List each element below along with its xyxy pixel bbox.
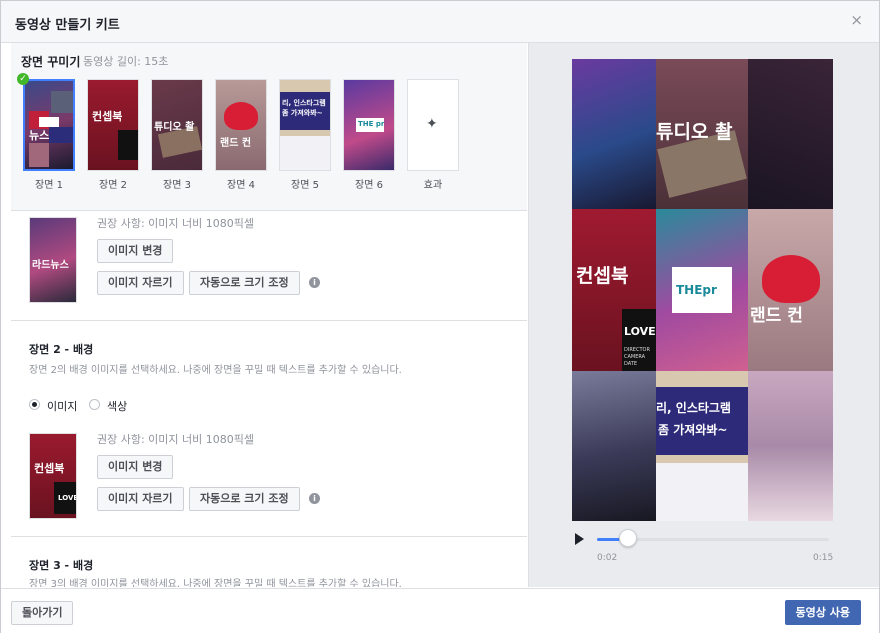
preview-tile [748, 371, 833, 521]
preview-tile [748, 59, 833, 209]
scene-strip: 장면 꾸미기 동영상 길이: 15초 ✓ 뉴스 장면 1 컨셉북 장면 2 튜디… [11, 43, 527, 211]
total-time: 0:15 [813, 553, 834, 563]
current-time: 0:02 [597, 553, 618, 563]
scene2-recommend: 권장 사항: 이미지 너비 1080픽셀 [97, 433, 255, 446]
preview-tile: THEpr [656, 209, 748, 371]
scene1-recommend: 권장 사항: 이미지 너비 1080픽셀 [97, 217, 255, 230]
scene-thumb-3[interactable]: 튜디오 촬 [151, 79, 203, 171]
scene2-change-image-button[interactable]: 이미지 변경 [97, 455, 174, 479]
info-icon[interactable]: i [309, 277, 320, 288]
scene2-image-subtext: LOVE [58, 494, 77, 502]
scene2-description: 장면 2의 배경 이미지를 선택하세요. 나중에 장면을 꾸밀 때 텍스트를 추… [29, 365, 402, 376]
video-preview: 튜디오 촬 컨셉북 LOVE DIRECTOR CAMERA DATE THEp… [572, 59, 833, 521]
effect-thumb[interactable]: ✦ [407, 79, 459, 171]
scene-thumb-5[interactable]: 리, 인스타그램 좀 가져와봐~ [279, 79, 331, 171]
scene-thumb-2[interactable]: 컨셉북 [87, 79, 139, 171]
scene3-title: 장면 3 - 배경 [29, 559, 94, 572]
scene1-image[interactable]: 라드뉴스 [29, 217, 77, 303]
preview-logo-text: THEpr [676, 283, 717, 297]
scene2-image-text: 컨셉북 [34, 462, 65, 475]
scene-thumb-1-text: 뉴스 [29, 129, 50, 142]
scene2-autosize-button[interactable]: 자동으로 크기 조정 [189, 487, 300, 511]
divider [11, 320, 527, 321]
back-button[interactable]: 돌아가기 [11, 601, 74, 625]
effect-label: 효과 [423, 180, 443, 191]
use-video-button[interactable]: 동영상 사용 [784, 600, 861, 625]
preview-tile: 랜드 컨 [748, 209, 833, 371]
progress-handle[interactable] [618, 529, 637, 547]
scene1-image-text: 라드뉴스 [32, 260, 69, 271]
preview-tile: 리, 인스타그램 좀 가져와봐~ [656, 371, 748, 521]
image-radio-label: 이미지 [47, 400, 78, 413]
divider [11, 536, 527, 537]
preview-text-brand: 랜드 컨 [750, 306, 803, 326]
image-radio[interactable] [29, 399, 40, 410]
scene-thumb-6[interactable]: THE pr [343, 79, 395, 171]
scene-thumb-3-text: 튜디오 촬 [154, 122, 195, 133]
preview-text-insta-line2: 좀 가져와봐~ [658, 423, 728, 437]
preview-tile: 컨셉북 LOVE DIRECTOR CAMERA DATE [572, 209, 656, 371]
dialog-title: 동영상 만들기 키트 [15, 18, 120, 33]
editor-panel: 장면 꾸미기 동영상 길이: 15초 ✓ 뉴스 장면 1 컨셉북 장면 2 튜디… [11, 43, 527, 587]
preview-tile: 튜디오 촬 [656, 59, 748, 209]
info-icon[interactable]: i [309, 493, 320, 504]
scene-thumb-1[interactable]: 뉴스 [23, 79, 75, 171]
preview-text-concept: 컨셉북 [576, 265, 629, 287]
close-icon[interactable]: × [850, 11, 863, 29]
scene1-autosize-button[interactable]: 자동으로 크기 조정 [189, 271, 300, 295]
preview-text-camera: CAMERA [624, 354, 646, 360]
scene-label-2: 장면 2 [99, 180, 127, 191]
scene-label-6: 장면 6 [355, 180, 383, 191]
preview-text-love: LOVE [624, 325, 656, 338]
dialog-footer: 돌아가기 동영상 사용 [1, 588, 879, 633]
play-icon[interactable] [575, 533, 584, 545]
magic-wand-icon: ✦ [426, 116, 438, 132]
scene2-title: 장면 2 - 배경 [29, 343, 94, 356]
preview-tile [572, 371, 656, 521]
scene-thumb-4[interactable]: 랜드 컨 [215, 79, 267, 171]
preview-text-date: DATE [624, 361, 638, 367]
scene2-image[interactable]: 컨셉북 LOVE [29, 433, 77, 519]
preview-text-studio: 튜디오 촬 [656, 121, 733, 143]
video-kit-dialog: 동영상 만들기 키트 × 장면 꾸미기 동영상 길이: 15초 ✓ 뉴스 장면 … [0, 0, 880, 633]
preview-text-director: DIRECTOR [624, 347, 650, 353]
scene-label-1: 장면 1 [35, 180, 63, 191]
preview-text-insta-line1: 리, 인스타그램 [656, 401, 731, 415]
scene-strip-label: 장면 꾸미기 [21, 55, 81, 69]
scene2-crop-image-button[interactable]: 이미지 자르기 [97, 487, 184, 511]
color-radio[interactable] [89, 399, 100, 410]
scene1-change-image-button[interactable]: 이미지 변경 [97, 239, 174, 263]
scene-thumb-2-text: 컨셉북 [92, 110, 123, 123]
scene-label-4: 장면 4 [227, 180, 255, 191]
scene3-description: 장면 3의 배경 이미지를 선택하세요. 나중에 장면을 꾸밀 때 텍스트를 추… [29, 579, 402, 587]
video-duration: 동영상 길이: 15초 [83, 55, 169, 68]
preview-tile [572, 59, 656, 209]
selected-check-icon: ✓ [17, 73, 29, 85]
preview-panel: 튜디오 촬 컨셉북 LOVE DIRECTOR CAMERA DATE THEp… [528, 43, 879, 587]
scene1-crop-image-button[interactable]: 이미지 자르기 [97, 271, 184, 295]
scene-label-5: 장면 5 [291, 180, 319, 191]
dialog-header: 동영상 만들기 키트 × [1, 1, 879, 43]
scene-thumb-5-text: 리, 인스타그램 좀 가져와봐~ [282, 99, 326, 117]
color-radio-label: 색상 [107, 400, 128, 413]
scene-thumb-4-text: 랜드 컨 [220, 138, 252, 149]
scene-thumb-6-text: THE pr [358, 120, 385, 128]
scene-label-3: 장면 3 [163, 180, 191, 191]
